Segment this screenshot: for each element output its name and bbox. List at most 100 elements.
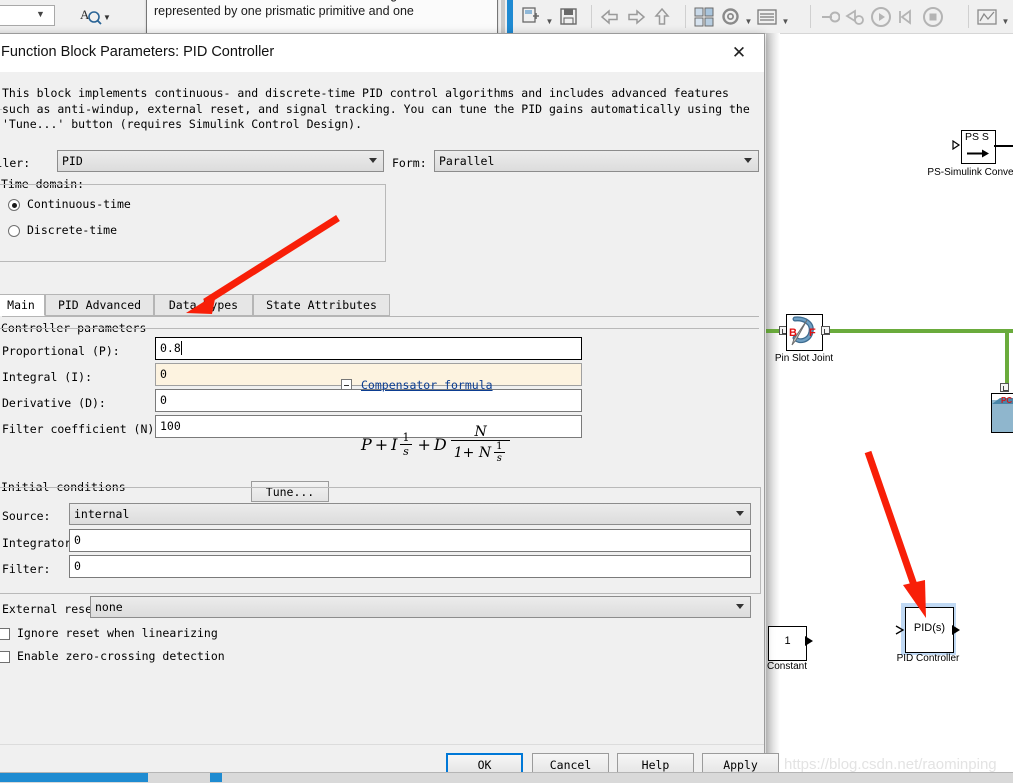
block-ps-simulink-converter[interactable]: PS S: [961, 130, 996, 164]
svg-text:A: A: [80, 7, 90, 22]
constant-outport-icon: [805, 636, 813, 646]
form-dropdown[interactable]: Parallel: [434, 150, 759, 172]
formula-plus-1: +: [374, 434, 389, 454]
chevron-down-icon[interactable]: ▼: [544, 2, 555, 32]
block-pid-controller[interactable]: PID(s): [905, 607, 954, 653]
toolbar-divider: [810, 5, 811, 28]
block-label-ps-simulink-converter: PS-Simulink Converter: [927, 167, 1013, 178]
formula-one-inner: 1: [496, 441, 503, 452]
new-model-icon[interactable]: [518, 5, 544, 29]
constant-value-label: 1: [784, 635, 791, 647]
dialog-title: Function Block Parameters: PID Controlle…: [1, 44, 275, 60]
derivative-input[interactable]: 0: [155, 389, 582, 412]
external-reset-value: none: [95, 600, 123, 614]
block-label-pid-controller: PID Controller: [896, 653, 960, 664]
formula-s: s: [400, 443, 412, 458]
toolbar-divider: [501, 0, 505, 33]
radio-continuous-time[interactable]: [8, 199, 20, 211]
formula-frac-1-s: 1 s: [400, 431, 413, 458]
label-ignore-reset-when-linearizing: Ignore reset when linearizing: [17, 626, 218, 640]
chevron-down-icon: [736, 604, 744, 609]
checkbox-enable-zero-crossing-detection[interactable]: [0, 651, 10, 663]
formula-frac-1-s-inner: 1 s: [493, 441, 505, 464]
taskbar-item[interactable]: [210, 773, 222, 782]
tab-data-types[interactable]: Data Types: [154, 294, 253, 316]
chevron-down-icon[interactable]: ▼: [1000, 2, 1011, 32]
block-constant[interactable]: 1: [768, 626, 807, 661]
external-reset-dropdown[interactable]: none: [90, 596, 751, 618]
tab-state-attributes[interactable]: State Attributes: [253, 294, 390, 316]
search-input[interactable]: [0, 5, 55, 26]
label-source: Source:: [2, 509, 51, 523]
block-partial-right-edge[interactable]: PC: [991, 393, 1013, 433]
chevron-down-icon[interactable]: ▼: [36, 9, 45, 19]
find-icon[interactable]: A: [80, 6, 104, 28]
save-icon[interactable]: [555, 5, 581, 29]
pid-block-inner-label: PID(s): [913, 622, 946, 634]
up-icon[interactable]: [649, 5, 675, 29]
source-dropdown[interactable]: internal: [69, 503, 751, 525]
label-filter-coefficient: Filter coefficient (N):: [2, 422, 162, 436]
forward-icon[interactable]: [623, 5, 649, 29]
chevron-down-icon[interactable]: ▼: [780, 2, 791, 32]
label-proportional: Proportional (P):: [2, 344, 120, 358]
toolbar-accent: [507, 0, 513, 33]
label-integrator: Integrator:: [2, 536, 79, 550]
tab-main[interactable]: Main: [0, 294, 45, 316]
compensator-formula-link[interactable]: Compensator formula: [361, 378, 493, 392]
svg-text:F: F: [809, 327, 816, 339]
library-browser-icon[interactable]: [691, 5, 717, 29]
integrator-input[interactable]: 0: [69, 529, 751, 552]
taskbar-active-item[interactable]: [0, 773, 148, 782]
formula-frac-filter: N 1+ N 1 s: [450, 424, 511, 464]
description-text: This block implements continuous- and di…: [2, 86, 750, 131]
toolbar-group-scope: ▼: [974, 0, 1011, 33]
parameter-tabs: Main PID Advanced Data Types State Attri…: [0, 294, 759, 317]
fast-restart-icon[interactable]: [842, 5, 868, 29]
pin-slot-output-wire: [830, 329, 1013, 333]
run-icon[interactable]: [868, 5, 894, 29]
step-forward-icon[interactable]: [894, 5, 920, 29]
formula-n-num: N: [474, 424, 487, 440]
model-settings-icon[interactable]: [717, 5, 743, 29]
toolbar-group-tools: ▼ ▼: [691, 0, 791, 33]
label-enable-zero-crossing-detection: Enable zero-crossing detection: [17, 649, 225, 663]
compensator-collapse-toggle-icon[interactable]: [341, 379, 352, 390]
dialog-title-bar: Function Block Parameters: PID Controlle…: [0, 34, 764, 73]
derivative-value: 0: [160, 393, 167, 407]
scope-icon[interactable]: [974, 5, 1000, 29]
update-model-icon[interactable]: [816, 5, 842, 29]
block-pin-slot-joint[interactable]: B F: [786, 314, 823, 351]
formula-one-plus-n: 1+ N: [453, 444, 492, 461]
controller-value: PID: [62, 154, 83, 168]
close-icon[interactable]: ✕: [724, 40, 754, 66]
label-filter: Filter:: [2, 562, 51, 576]
block-label-pin-slot-joint: Pin Slot Joint: [774, 353, 834, 364]
block-tooltip: Represents a pin slot joint between two …: [146, 0, 498, 36]
integrator-value: 0: [74, 533, 81, 547]
integral-value: 0: [160, 367, 167, 381]
svg-text:B: B: [789, 327, 797, 339]
checkbox-ignore-reset-when-linearizing[interactable]: [0, 628, 10, 640]
proportional-input[interactable]: 0.8: [155, 337, 582, 360]
toolbar-divider: [685, 5, 686, 28]
back-icon[interactable]: [597, 5, 623, 29]
controller-dropdown[interactable]: PID: [57, 150, 384, 172]
chevron-down-icon[interactable]: ▼: [743, 2, 754, 32]
ps-converter-inner-label: PS S: [965, 131, 989, 143]
stop-icon[interactable]: [920, 5, 946, 29]
radio-discrete-time[interactable]: [8, 225, 20, 237]
dialog-body: PID Controller This block implements con…: [0, 72, 764, 744]
chevron-down-icon: [744, 158, 752, 163]
arrow-glyph-icon: [967, 147, 989, 158]
pid-block-outport-icon: [952, 625, 960, 635]
right-block-inport[interactable]: [1000, 383, 1009, 392]
toolbar-group-navigate: [597, 0, 675, 33]
tab-pid-advanced[interactable]: PID Advanced: [45, 294, 154, 316]
model-explorer-icon[interactable]: [754, 5, 780, 29]
chevron-down-icon[interactable]: ▼: [103, 13, 111, 22]
label-form: Form:: [392, 156, 427, 170]
function-block-parameters-dialog: Function Block Parameters: PID Controlle…: [0, 33, 779, 783]
pin-slot-outport[interactable]: [821, 326, 830, 335]
filter-input[interactable]: 0: [69, 555, 751, 578]
